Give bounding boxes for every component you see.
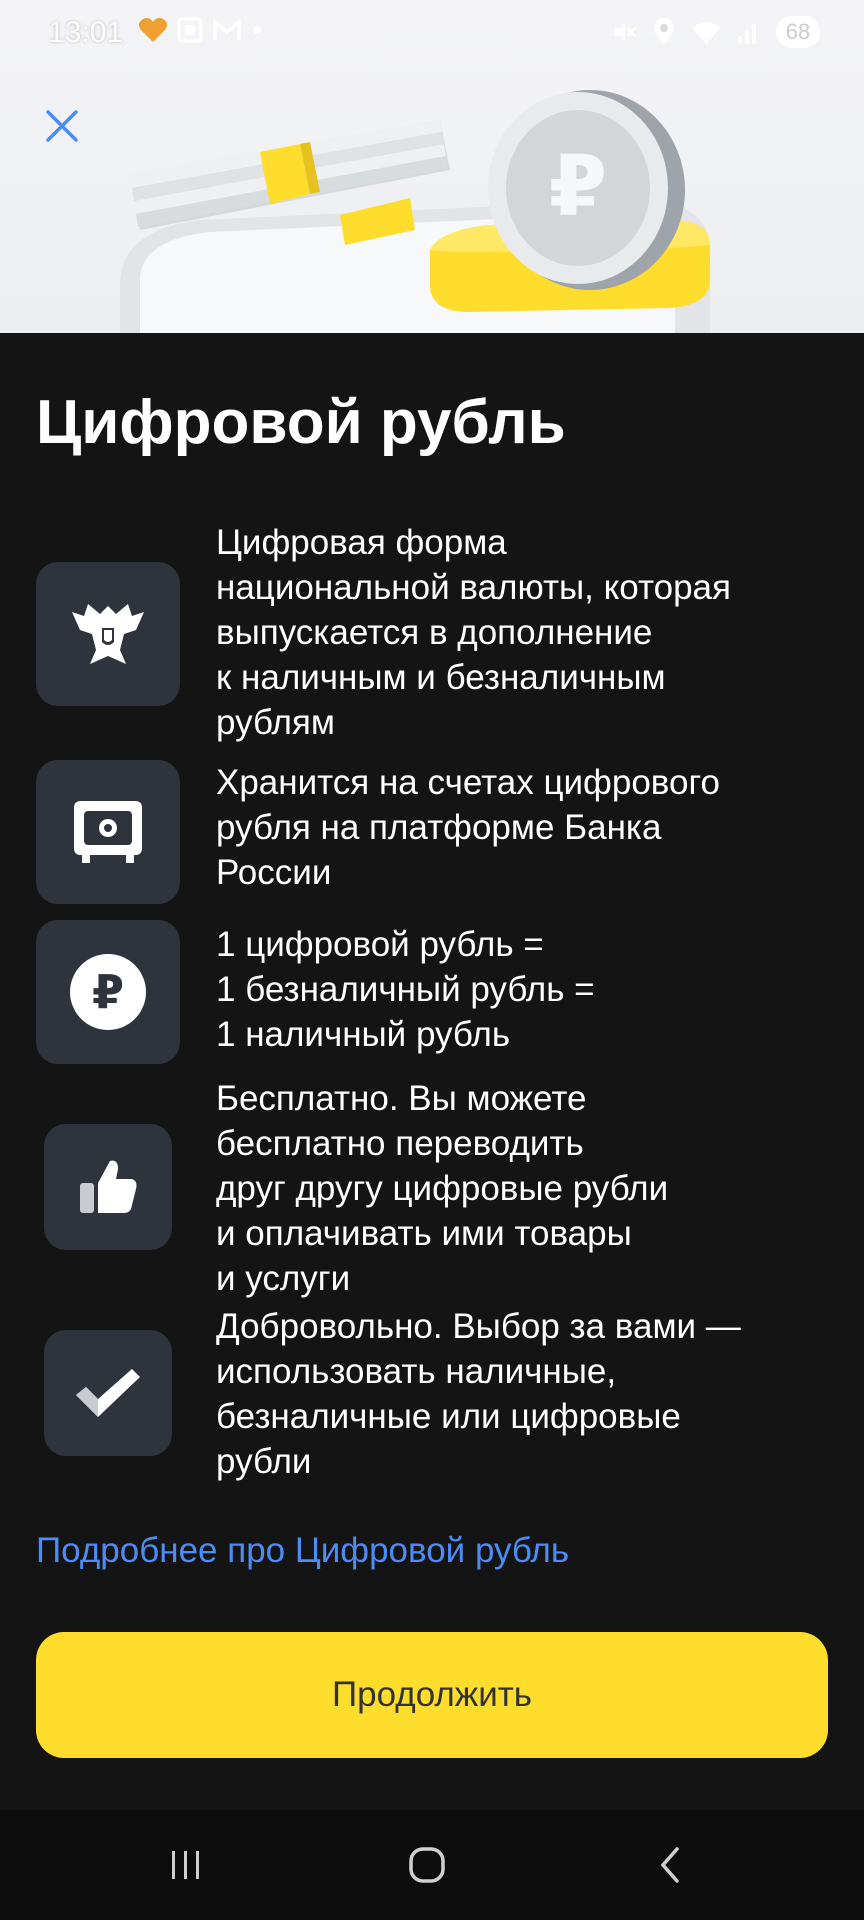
status-time: 13:01: [48, 16, 124, 49]
location-icon: [654, 18, 674, 45]
navigation-bar: [0, 1810, 864, 1920]
recent-apps-icon: [172, 1851, 199, 1879]
close-button[interactable]: [36, 100, 88, 152]
status-bar: 13:01 68: [0, 0, 864, 68]
status-notification-icons: [138, 16, 264, 44]
feature-icon-tile: ₽: [36, 920, 180, 1064]
ruble-coin-icon: ₽: [70, 954, 146, 1030]
checkmark-icon: [76, 1369, 140, 1417]
feature-icon-tile: [44, 1124, 172, 1250]
gmail-icon: [213, 18, 241, 40]
feature-icon-tile: [36, 760, 180, 904]
status-system-icons: 68: [610, 16, 820, 48]
svg-text:₽: ₽: [549, 137, 607, 235]
close-icon: [46, 110, 78, 142]
feature-text-equivalence: 1 цифровой рубль = 1 безналичный рубль =…: [216, 925, 595, 1054]
feature-text-voluntary: Добровольно. Выбор за вами — использоват…: [216, 1307, 741, 1481]
back-button[interactable]: [640, 1840, 700, 1890]
wifi-icon: [692, 22, 720, 44]
back-icon: [660, 1847, 679, 1883]
recent-apps-button[interactable]: [156, 1840, 216, 1890]
feature-text-free: Бесплатно. Вы можете бесплатно переводит…: [216, 1079, 669, 1298]
dot-icon: [253, 26, 261, 34]
scan-icon: [177, 17, 203, 43]
safe-icon: [74, 801, 142, 863]
continue-button[interactable]: Продолжить: [36, 1632, 828, 1758]
money-and-coin-illustration: ₽: [120, 90, 710, 333]
feature-icon-tile: [44, 1330, 172, 1456]
mute-icon: [614, 23, 636, 41]
thumbs-up-icon: [80, 1160, 137, 1213]
feature-icon-tile: [36, 562, 180, 706]
signal-icon: [738, 24, 756, 44]
heart-app-icon: [138, 18, 168, 42]
feature-text-storage: Хранится на счетах цифрового рубля на пл…: [216, 763, 720, 892]
eagle-emblem-icon: [72, 604, 144, 664]
page-title: Цифровой рубль: [36, 388, 566, 457]
feature-text-digital-form: Цифровая форма национальной валюты, кото…: [216, 523, 731, 742]
learn-more-link[interactable]: Подробнее про Цифровой рубль: [36, 1528, 569, 1573]
svg-text:₽: ₽: [92, 965, 124, 1019]
battery-indicator: 68: [776, 16, 820, 48]
home-button[interactable]: [397, 1840, 457, 1890]
home-icon: [409, 1847, 445, 1883]
